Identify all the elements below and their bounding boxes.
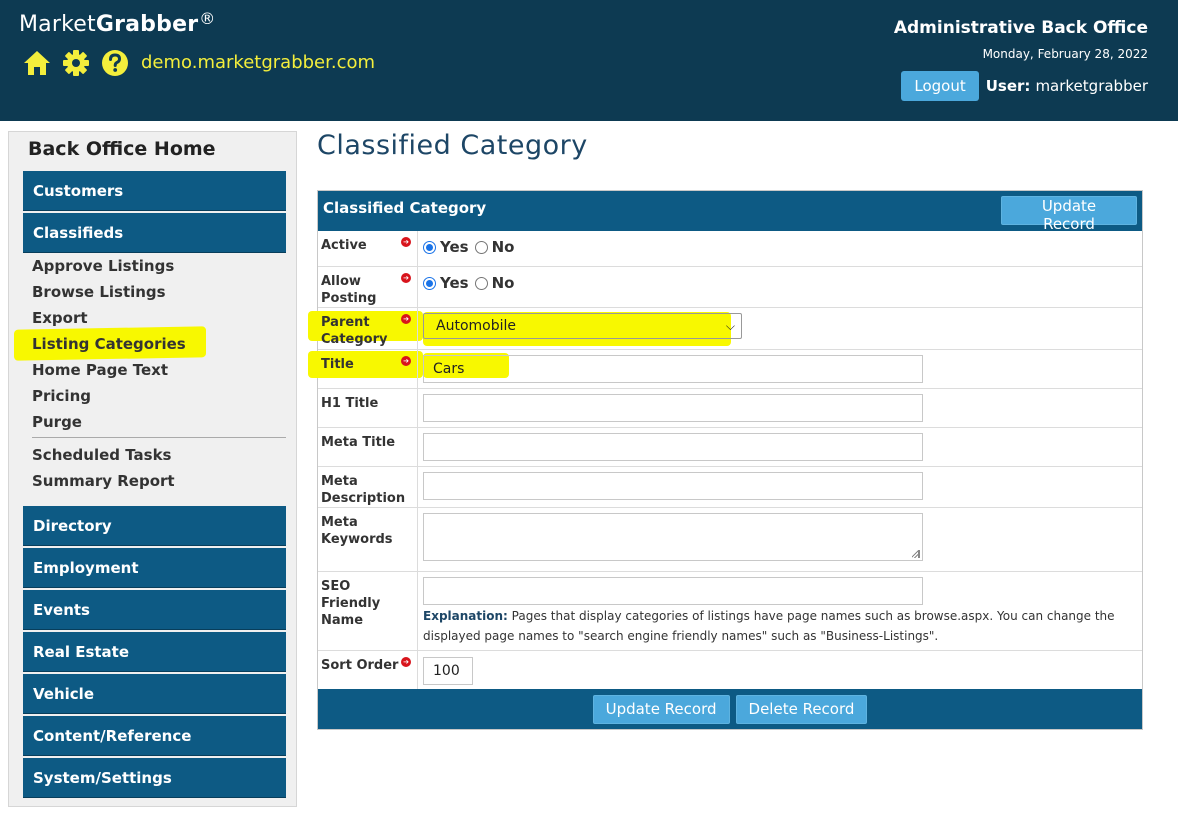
meta-title-input[interactable] (423, 433, 923, 461)
explanation-text: Pages that display categories of listing… (423, 609, 1115, 643)
active-yes-radio[interactable] (423, 240, 436, 254)
meta-description-input[interactable] (423, 472, 923, 500)
form-header: Classified Category Update Record (318, 191, 1142, 233)
page-title: Classified Category (317, 130, 588, 161)
sidebar-item-directory[interactable]: Directory (23, 506, 286, 546)
top-header: MarketGrabber® demo.marketgrabber.com Ad… (0, 0, 1178, 121)
current-date: Monday, February 28, 2022 (982, 47, 1148, 61)
active-radio-group: Yes No (423, 238, 520, 256)
sidebar-link-home-page-text[interactable]: Home Page Text (32, 361, 168, 379)
required-icon: ➔ (401, 314, 411, 324)
field-row-meta-keywords: Meta Keywords (318, 508, 1142, 572)
h1-title-input[interactable] (423, 394, 923, 422)
field-row-sort-order: Sort Order ➔ 100 (318, 651, 1142, 691)
delete-record-button[interactable]: Delete Record (735, 694, 868, 724)
header-icon-bar (22, 47, 139, 79)
sidebar-item-customers[interactable]: Customers (23, 171, 286, 211)
sidebar-home-link[interactable]: Back Office Home (28, 138, 216, 160)
update-record-button[interactable]: Update Record (592, 694, 730, 724)
field-label-meta-description: Meta Description (321, 474, 406, 506)
field-label-seo-friendly-name: SEO Friendly Name (321, 579, 381, 628)
seo-explanation: Explanation: Pages that display categori… (423, 606, 1123, 646)
field-label-active: Active (321, 238, 367, 253)
sidebar-link-approve-listings[interactable]: Approve Listings (32, 257, 174, 275)
parent-category-value: Automobile (436, 318, 516, 334)
sidebar-link-scheduled-tasks[interactable]: Scheduled Tasks (32, 446, 172, 464)
brand-logo[interactable]: MarketGrabber® (19, 9, 215, 37)
brand-text-light: Market (19, 12, 96, 37)
back-office-title: Administrative Back Office (893, 18, 1148, 38)
field-row-meta-description: Meta Description (318, 467, 1142, 508)
required-icon: ➔ (401, 356, 411, 366)
field-label-h1-title: H1 Title (321, 396, 379, 411)
sidebar-link-pricing[interactable]: Pricing (32, 387, 91, 405)
resize-handle-icon[interactable] (912, 550, 920, 558)
title-input[interactable]: Cars (423, 355, 923, 383)
form-title: Classified Category (323, 199, 487, 217)
meta-keywords-textarea[interactable] (423, 513, 923, 561)
field-row-h1-title: H1 Title (318, 389, 1142, 428)
explanation-label: Explanation: (423, 609, 508, 623)
logout-button[interactable]: Logout (901, 71, 979, 101)
sidebar-link-export[interactable]: Export (32, 309, 88, 327)
seo-friendly-name-input[interactable] (423, 577, 923, 605)
field-label-sort-order: Sort Order (321, 658, 399, 673)
active-no-radio[interactable] (474, 240, 488, 254)
sidebar-item-vehicle[interactable]: Vehicle (23, 674, 286, 714)
allow-posting-no-label: No (491, 274, 515, 292)
sidebar-item-system-settings[interactable]: System/Settings (23, 758, 286, 798)
update-record-button-top[interactable]: Update Record (1001, 196, 1137, 233)
help-icon[interactable] (100, 48, 130, 78)
form-footer: Update Record Delete Record (318, 689, 1142, 729)
chevron-down-icon: ⌵ (725, 319, 735, 333)
user-label: User: (985, 77, 1031, 95)
field-label-allow-posting: Allow Posting (321, 274, 377, 306)
category-form: Classified Category Update Record Active… (308, 190, 1143, 730)
sidebar-divider (32, 437, 286, 438)
field-row-seo-friendly-name: SEO Friendly Name Explanation: Pages tha… (318, 572, 1142, 651)
allow-posting-no-radio[interactable] (474, 276, 488, 290)
field-row-meta-title: Meta Title (318, 428, 1142, 467)
sidebar-link-purge[interactable]: Purge (32, 413, 82, 431)
home-icon[interactable] (22, 48, 52, 78)
required-icon: ➔ (401, 237, 411, 247)
gear-icon[interactable] (61, 48, 91, 78)
sidebar: Back Office Home Customers Classifieds A… (8, 131, 297, 807)
sidebar-item-real-estate[interactable]: Real Estate (23, 632, 286, 672)
sidebar-link-listing-categories[interactable]: Listing Categories (32, 335, 186, 353)
brand-text-bold: Grabber (95, 12, 199, 37)
active-no-label: No (491, 238, 515, 256)
field-row-active: Active ➔ Yes No (318, 231, 1142, 267)
header-account-area: Administrative Back Office Monday, Febru… (894, 18, 1148, 101)
allow-posting-yes-label: Yes (440, 274, 469, 292)
allow-posting-radio-group: Yes No (423, 274, 520, 292)
sidebar-item-events[interactable]: Events (23, 590, 286, 630)
required-icon: ➔ (401, 273, 411, 283)
sidebar-item-content-reference[interactable]: Content/Reference (23, 716, 286, 756)
field-row-allow-posting: Allow Posting ➔ Yes No (318, 267, 1142, 308)
site-domain-link[interactable]: demo.marketgrabber.com (141, 52, 375, 73)
sidebar-item-employment[interactable]: Employment (23, 548, 286, 588)
parent-category-select[interactable]: Automobile ⌵ (423, 313, 742, 339)
sidebar-link-browse-listings[interactable]: Browse Listings (32, 283, 166, 301)
brand-registered-mark: ® (199, 9, 216, 28)
active-yes-label: Yes (440, 238, 469, 256)
field-label-meta-keywords: Meta Keywords (321, 515, 393, 547)
field-row-parent-category: Parent Category ➔ Automobile ⌵ (308, 308, 1142, 350)
allow-posting-yes-radio[interactable] (423, 276, 436, 290)
sidebar-link-summary-report[interactable]: Summary Report (32, 472, 175, 490)
required-icon: ➔ (401, 657, 411, 667)
user-name: marketgrabber (1035, 77, 1148, 95)
field-label-meta-title: Meta Title (321, 435, 396, 450)
field-label-parent-category: Parent Category (321, 315, 388, 347)
sort-order-input[interactable]: 100 (423, 657, 473, 685)
field-label-title: Title (321, 357, 354, 372)
user-row: Logout User: marketgrabber (894, 71, 1148, 101)
sidebar-item-classifieds[interactable]: Classifieds (23, 213, 286, 253)
field-row-title: Title ➔ Cars (308, 350, 1142, 389)
